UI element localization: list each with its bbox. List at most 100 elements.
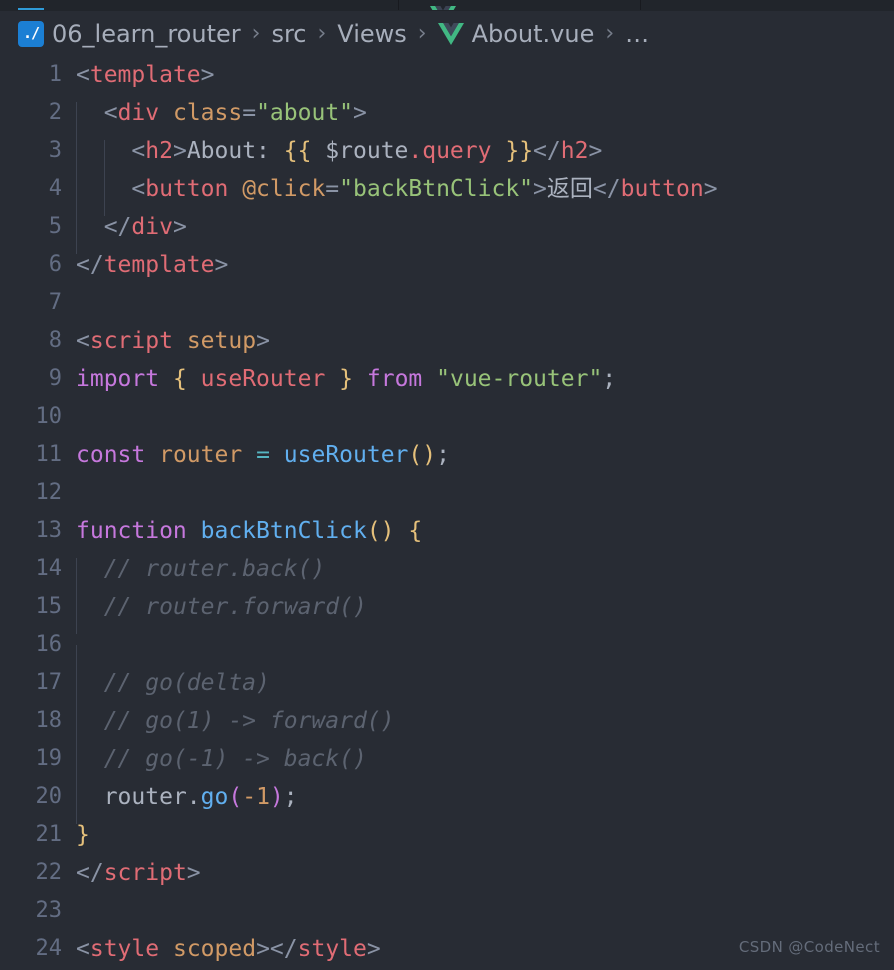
code-token: ; (602, 365, 617, 392)
line-number: 6 (48, 252, 62, 277)
code-token: < (76, 327, 90, 354)
code-token: > (353, 99, 367, 126)
code-token: () (366, 517, 395, 544)
code-token: </ (269, 935, 298, 962)
watermark: CSDN @CodeNect (738, 938, 880, 956)
code-line[interactable]: 20 router.go(-1); (0, 778, 894, 824)
code-token: </ (76, 859, 104, 886)
code-token: }} (505, 137, 534, 164)
breadcrumb-label: Views (337, 19, 407, 48)
code-line[interactable]: 11 const router = useRouter(); (0, 436, 894, 474)
breadcrumb[interactable]: ./ 06_learn_router › src › Views › About… (0, 11, 894, 56)
vue-file-icon (437, 22, 464, 46)
code-line[interactable]: 12 (0, 474, 894, 512)
code-token: { (408, 517, 423, 544)
code-token: // router.forward() (103, 593, 367, 620)
line-number: 22 (35, 860, 63, 885)
breadcrumb-item-overflow[interactable]: … (623, 20, 652, 48)
vue-file-icon (430, 6, 456, 10)
breadcrumb-item-file[interactable]: About.vue (436, 22, 597, 46)
line-number: 4 (48, 176, 62, 201)
code-token: // go(1) -> forward() (103, 707, 395, 734)
code-line[interactable]: 10 (0, 398, 894, 436)
code-line[interactable]: 17 // go(delta) (0, 664, 894, 710)
line-number: 5 (48, 214, 62, 239)
code-line[interactable]: 4 <button @click="backBtnClick">返回</butt… (0, 170, 894, 216)
code-line[interactable]: 21} (0, 816, 894, 854)
code-token: > (186, 859, 201, 886)
line-number: 18 (35, 708, 63, 733)
code-token: </ (592, 175, 621, 202)
code-line[interactable]: 9 import { useRouter } from "vue-router"; (0, 360, 894, 398)
code-token: router (103, 783, 187, 810)
code-editor[interactable]: 1 <template> 2 <div class="about"> 3 <h2>Ab… (0, 56, 894, 970)
code-token: > (172, 213, 187, 240)
breadcrumb-item-views[interactable]: Views (335, 22, 408, 46)
code-line[interactable]: 13 function backBtnClick() { (0, 512, 894, 550)
code-line[interactable]: 16 (0, 626, 894, 683)
code-line[interactable]: 14 // router.back() (0, 550, 894, 596)
editor-tab-bar[interactable] (0, 0, 894, 11)
chevron-right-icon: › (251, 21, 261, 46)
line-number: 24 (35, 936, 63, 961)
line-number: 2 (48, 100, 62, 125)
code-line-content: <button @click="backBtnClick">返回</button… (76, 175, 894, 216)
code-token: } (76, 821, 90, 848)
code-token: < (76, 935, 90, 962)
code-token: go (200, 783, 229, 810)
code-line[interactable]: 8 <script setup> (0, 322, 894, 360)
code-line[interactable]: 23 (0, 892, 894, 930)
breadcrumb-label: 06_learn_router (52, 19, 241, 48)
code-line[interactable]: 22 </script> (0, 854, 894, 892)
code-line[interactable]: 19 // go(-1) -> back() (0, 740, 894, 786)
line-number: 16 (35, 632, 63, 657)
tab-accent-bar (18, 8, 44, 10)
code-token: template (103, 251, 215, 278)
code-token: ; (436, 441, 450, 468)
code-token: "about" (256, 99, 354, 126)
code-token: style (89, 935, 160, 962)
code-token: $route (311, 137, 409, 164)
code-line-content: </script> (76, 859, 894, 886)
code-line[interactable]: 5 </div> (0, 208, 894, 254)
code-line-content: <script setup> (76, 327, 894, 354)
code-token: = (256, 441, 270, 468)
code-line[interactable]: 7 (0, 284, 894, 322)
line-number: 10 (35, 404, 63, 429)
line-number: 8 (48, 328, 62, 353)
line-number: 23 (35, 898, 63, 923)
code-line-content: const router = useRouter(); (76, 441, 894, 468)
code-line-content: <template> (76, 61, 894, 88)
code-token: > (703, 175, 718, 202)
line-number: 12 (35, 480, 63, 505)
code-token: < (103, 99, 118, 126)
code-token: backBtnClick (200, 517, 367, 544)
code-line[interactable]: 18 // go(1) -> forward() (0, 702, 894, 748)
breadcrumb-label: src (271, 19, 307, 48)
breadcrumb-item-project[interactable]: ./ 06_learn_router (16, 19, 243, 48)
line-number: 11 (35, 442, 63, 467)
code-line[interactable]: 15 // router.forward() (0, 588, 894, 634)
code-token: > (200, 61, 215, 88)
code-line[interactable]: 2 <div class="about"> (0, 94, 894, 140)
code-token: button (620, 175, 704, 202)
code-token: function (76, 517, 187, 544)
code-line[interactable]: 1 <template> (0, 56, 894, 94)
code-token: </ (533, 137, 561, 164)
code-line[interactable]: 6 </template> (0, 246, 894, 284)
code-token: > (172, 137, 187, 164)
code-token: ; (283, 783, 298, 810)
code-token: -1 (242, 783, 270, 810)
code-line[interactable]: 3 <h2>About: {{ $route.query }}</h2> (0, 132, 894, 178)
breadcrumb-item-src[interactable]: src (269, 22, 308, 46)
code-token: > (588, 137, 603, 164)
code-token: < (131, 175, 146, 202)
